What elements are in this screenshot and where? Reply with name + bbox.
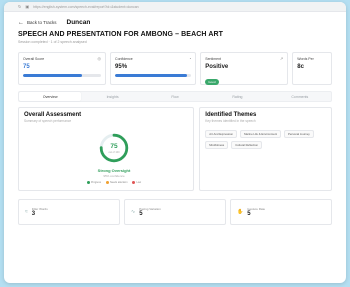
tab-overview[interactable]: Overview [19,92,82,101]
progress-bar [23,74,102,77]
stat-label: Confidence [115,57,133,61]
stat-value: 95% [115,64,128,70]
stat-card-pacing: ∿ Pacing Variation 5 [124,199,226,225]
legend-dot [86,181,90,184]
lock-icon: ▣ [25,4,30,9]
stat-card-sentiment: Sentiment ↗ Positive Good [200,52,289,85]
theme-chip[interactable]: Marine Life & Environment [240,130,282,138]
theme-chip[interactable]: Art And Expression [205,130,238,138]
panel-title: Identified Themes [205,112,257,118]
theme-chip[interactable]: Personal Journey [284,130,314,138]
stat-value: 8c [297,64,304,70]
progress-fill [23,74,82,77]
back-label: Back to Tracks [27,20,57,25]
progress-fill [115,74,188,77]
stat-value: 3 [31,211,36,217]
legend-item: Low [132,181,141,184]
identified-themes-panel: Identified Themes Key themes identified … [199,107,332,191]
stat-value: 5 [247,211,251,217]
legend-label: Needs attention [109,181,128,184]
gauge-legend: Progress Needs attention Low [49,181,179,184]
stat-card-filler-words: ≈ Filler Words 3 [18,199,120,225]
stat-card-overall-score: Overall Score ◎ 75 [18,52,107,85]
page-title: SPEECH AND PRESENTATION FOR AMBONG – BEA… [18,31,224,38]
filler-icon: ≈ [25,209,28,215]
tab-insights[interactable]: Insights [81,92,143,101]
back-button[interactable]: ← Back to Tracks [18,20,57,26]
tab-comments[interactable]: Comments [269,92,331,101]
stat-label: Words Per [297,57,314,61]
stat-label: Sentiment [205,57,221,61]
theme-chip[interactable]: Mindfulness [205,141,229,149]
student-name: Duncan [66,19,91,26]
progress-bar [115,74,192,77]
arrow-left-icon: ← [18,19,24,26]
panel-title: Overall Assessment [24,112,82,118]
browser-window: ↻ ▣ https://english-system.com/speech-ev… [4,2,346,283]
overall-assessment-panel: Overall Assessment Summary of speech per… [18,107,195,191]
stat-value: Positive [205,64,229,70]
legend-label: Progress [90,181,101,184]
gauge-icon: ◔ [188,56,192,61]
rating-label: Strong Oversight [97,168,131,173]
panel-subtitle: Summary of speech performance [24,119,72,123]
theme-chips: Art And Expression Marine Life & Environ… [200,123,331,149]
theme-chip[interactable]: Cultural Reflection [231,141,263,149]
tab-flow[interactable]: Flow [144,92,206,101]
legend-dot [105,181,109,184]
url-bar[interactable]: ↻ ▣ https://english-system.com/speech-ev… [4,2,346,12]
pacing-icon: ∿ [131,209,136,215]
url-text[interactable]: https://english-system.com/speech-eval/r… [33,5,138,9]
reload-icon[interactable]: ↻ [18,4,21,9]
legend-item: Progress [86,181,101,184]
stat-label: Overall Score [23,57,45,61]
stat-card-confidence: Confidence ◔ 95% [110,52,197,85]
trend-up-icon: ↗ [279,56,284,61]
stat-value: 5 [139,211,143,217]
legend-label: Low [136,181,142,184]
gauge-subtitle: out of 100 [108,151,120,154]
target-icon: ◎ [97,56,102,61]
stat-card-words-per: Words Per 8c [292,52,333,85]
gauge-score: 75 [110,143,118,150]
legend-item: Needs attention [105,181,128,184]
status-badge: Good [205,79,219,85]
tab-rating[interactable]: Rating [206,92,268,101]
stat-card-gesture: ✋ Gesture Rate 5 [230,199,332,225]
tab-bar: Overview Insights Flow Rating Comments [18,91,332,102]
stat-value: 75 [23,64,30,70]
gesture-icon: ✋ [237,209,244,215]
legend-dot [132,181,136,184]
rating-subtitle: 95% confidence [103,174,125,178]
